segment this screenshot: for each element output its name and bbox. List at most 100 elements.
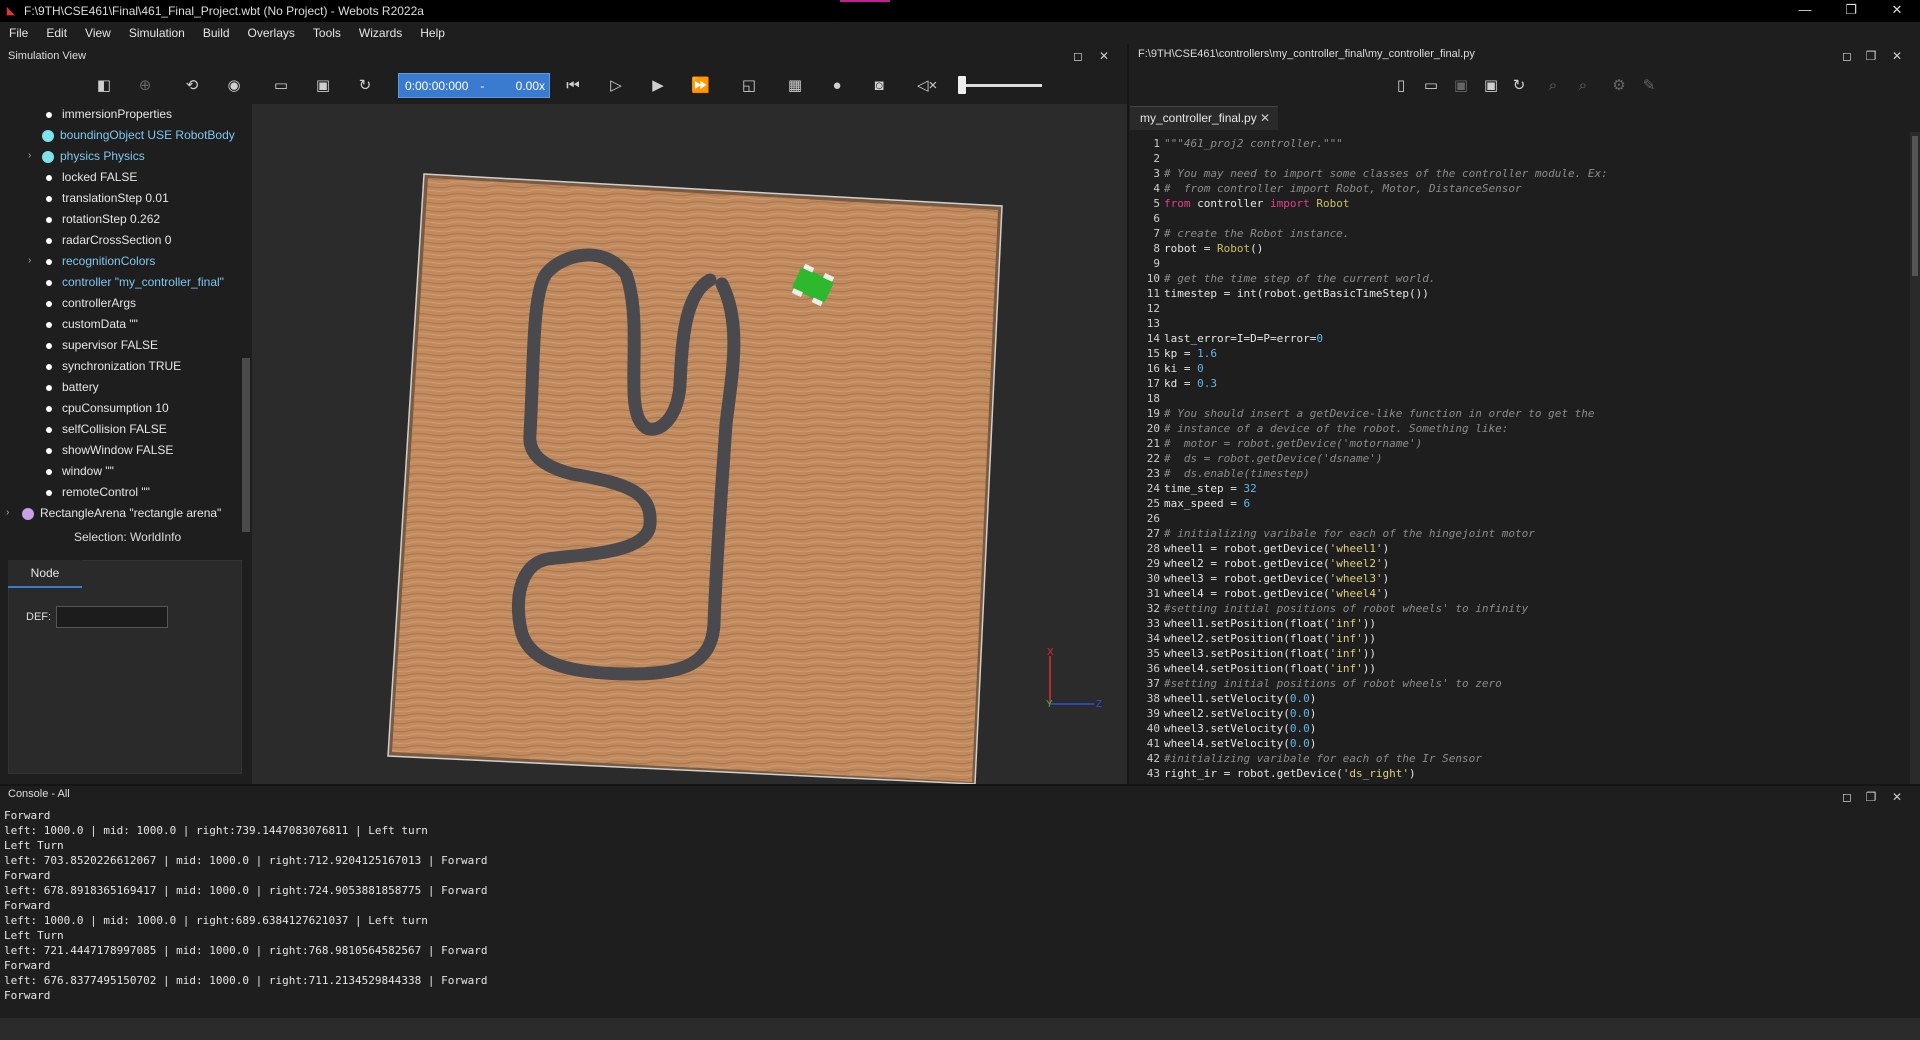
menu-wizards[interactable]: Wizards: [350, 26, 411, 40]
minimize-button[interactable]: —: [1782, 0, 1828, 22]
code-line[interactable]: 5 from controller import Robot: [1130, 196, 1349, 211]
tree-field-controller-args[interactable]: controllerArgs: [46, 293, 136, 313]
code-line[interactable]: 15 kp = 1.6: [1130, 346, 1217, 361]
play-icon[interactable]: ▶: [649, 77, 667, 95]
tree-field-self-collision[interactable]: selfCollision FALSE: [46, 419, 167, 439]
tree-node-rectangle-arena[interactable]: › RectangleArena "rectangle arena": [6, 503, 221, 523]
tree-field-immersion-properties[interactable]: immersionProperties: [46, 104, 172, 124]
new-file-icon[interactable]: ▯: [1392, 77, 1410, 95]
menu-simulation[interactable]: Simulation: [120, 26, 194, 40]
def-input[interactable]: [56, 606, 168, 628]
maximize-console-button[interactable]: ❐: [1864, 790, 1878, 804]
tree-field-locked[interactable]: locked FALSE: [46, 167, 137, 187]
volume-slider-track[interactable]: [960, 84, 1042, 87]
code-line[interactable]: 26: [1130, 511, 1164, 526]
save-world-icon[interactable]: ▣: [314, 77, 332, 95]
tree-field-synchronization[interactable]: synchronization TRUE: [46, 356, 181, 376]
code-line[interactable]: 11 timestep = int(robot.getBasicTimeStep(…: [1130, 286, 1429, 301]
tree-field-cpu-consumption[interactable]: cpuConsumption 10: [46, 398, 169, 418]
tree-field-custom-data[interactable]: customData "": [46, 314, 138, 334]
code-line[interactable]: 37 #setting initial positions of robot wh…: [1130, 676, 1502, 691]
code-line[interactable]: 28 wheel1 = robot.getDevice('wheel1'): [1130, 541, 1389, 556]
code-scrollbar[interactable]: [1910, 132, 1920, 784]
code-line[interactable]: 17 kd = 0.3: [1130, 376, 1217, 391]
tree-field-controller[interactable]: controller "my_controller_final": [46, 272, 224, 292]
maximize-editor-button[interactable]: ❐: [1864, 49, 1878, 63]
expand-arrow-icon[interactable]: ›: [28, 146, 31, 166]
console-output[interactable]: Forward left: 1000.0 | mid: 1000.0 | righ…: [0, 808, 1920, 1018]
float-console-button[interactable]: ◻: [1840, 790, 1854, 804]
tree-field-supervisor[interactable]: supervisor FALSE: [46, 335, 158, 355]
code-line[interactable]: 3 # You may need to import some classes o…: [1130, 166, 1607, 181]
tree-node-bounding-object[interactable]: boundingObject USE RobotBody: [42, 125, 235, 145]
screenshot-camera-icon[interactable]: ◙: [870, 77, 888, 95]
code-line[interactable]: 7 # create the Robot instance.: [1130, 226, 1349, 241]
simulation-3d-viewport[interactable]: X Y Z: [252, 104, 1127, 784]
code-line[interactable]: 32 #setting initial positions of robot wh…: [1130, 601, 1529, 616]
reset-view-icon[interactable]: ⟲: [183, 77, 201, 95]
code-line[interactable]: 23 # ds.enable(timestep): [1130, 466, 1310, 481]
step-icon[interactable]: ▷: [607, 77, 625, 95]
code-line[interactable]: 4 # from controller import Robot, Motor, …: [1130, 181, 1521, 196]
toggle-scene-tree-icon[interactable]: ◧: [95, 77, 113, 95]
menu-overlays[interactable]: Overlays: [239, 26, 304, 40]
code-line[interactable]: 35 wheel3.setPosition(float('inf')): [1130, 646, 1376, 661]
save-as-icon[interactable]: ▣: [1482, 77, 1500, 95]
code-line[interactable]: 1 """461_proj2 controller.""": [1130, 136, 1342, 151]
code-line[interactable]: 42 #initializing varibale for each of the…: [1130, 751, 1482, 766]
code-line[interactable]: 24 time_step = 32: [1130, 481, 1257, 496]
code-line[interactable]: 9: [1130, 256, 1164, 271]
menu-build[interactable]: Build: [194, 26, 239, 40]
mute-sound-icon[interactable]: ◁×: [917, 77, 937, 95]
rendering-icon[interactable]: ◱: [740, 77, 758, 95]
code-line[interactable]: 20 # instance of a device of the robot. S…: [1130, 421, 1509, 436]
code-line[interactable]: 14 last_error=I=D=P=error=0: [1130, 331, 1323, 346]
menu-tools[interactable]: Tools: [304, 26, 350, 40]
menu-help[interactable]: Help: [411, 26, 454, 40]
build-gear-icon[interactable]: ⚙: [1610, 77, 1628, 95]
close-window-button[interactable]: ✕: [1874, 0, 1920, 22]
code-line[interactable]: 29 wheel2 = robot.getDevice('wheel2'): [1130, 556, 1389, 571]
menu-view[interactable]: View: [76, 26, 120, 40]
open-world-icon[interactable]: ▭: [272, 77, 290, 95]
find-icon[interactable]: ⌕: [1544, 77, 1562, 95]
code-line[interactable]: 8 robot = Robot(): [1130, 241, 1263, 256]
float-editor-button[interactable]: ◻: [1840, 49, 1854, 63]
code-line[interactable]: 27 # initializing varibale for each of th…: [1130, 526, 1535, 541]
code-line[interactable]: 30 wheel3 = robot.getDevice('wheel3'): [1130, 571, 1389, 586]
code-line[interactable]: 18: [1130, 391, 1164, 406]
horizontal-splitter[interactable]: [0, 784, 1920, 786]
vertical-splitter[interactable]: [1127, 44, 1129, 784]
open-file-icon[interactable]: ▭: [1422, 77, 1440, 95]
clean-brush-icon[interactable]: ✎: [1640, 77, 1658, 95]
close-editor-button[interactable]: ✕: [1890, 49, 1904, 63]
close-tab-icon[interactable]: ✕: [1260, 107, 1270, 129]
code-line[interactable]: 2: [1130, 151, 1164, 166]
tree-field-rotation-step[interactable]: rotationStep 0.262: [46, 209, 160, 229]
code-line[interactable]: 22 # ds = robot.getDevice('dsname'): [1130, 451, 1383, 466]
tree-field-remote-control[interactable]: remoteControl "": [46, 482, 150, 502]
save-file-icon[interactable]: ▣: [1452, 77, 1470, 95]
code-line[interactable]: 13: [1130, 316, 1164, 331]
tree-node-physics[interactable]: › physics Physics: [28, 146, 145, 166]
tree-field-battery[interactable]: battery: [46, 377, 99, 397]
tree-field-translation-step[interactable]: translationStep 0.01: [46, 188, 169, 208]
fast-forward-icon[interactable]: ⏩: [691, 77, 710, 95]
close-simulation-view-button[interactable]: ✕: [1097, 49, 1111, 63]
code-line[interactable]: 34 wheel2.setPosition(float('inf')): [1130, 631, 1376, 646]
code-line[interactable]: 43 right_ir = robot.getDevice('ds_right'): [1130, 766, 1416, 781]
code-line[interactable]: 25 max_speed = 6: [1130, 496, 1250, 511]
menu-edit[interactable]: Edit: [37, 26, 76, 40]
undock-simulation-view-button[interactable]: ◻: [1071, 49, 1085, 63]
tab-node[interactable]: Node: [8, 560, 82, 588]
code-line[interactable]: 31 wheel4 = robot.getDevice('wheel4'): [1130, 586, 1389, 601]
close-console-button[interactable]: ✕: [1890, 790, 1904, 804]
tree-field-recognition-colors[interactable]: › recognitionColors: [28, 251, 155, 271]
code-line[interactable]: 6: [1130, 211, 1164, 226]
code-scrollbar-thumb[interactable]: [1912, 136, 1918, 276]
tree-field-window[interactable]: window "": [46, 461, 114, 481]
eye-icon[interactable]: ◉: [225, 77, 243, 95]
code-line[interactable]: 36 wheel4.setPosition(float('inf')): [1130, 661, 1376, 676]
code-line[interactable]: 12: [1130, 301, 1164, 316]
expand-arrow-icon[interactable]: ›: [28, 251, 31, 271]
